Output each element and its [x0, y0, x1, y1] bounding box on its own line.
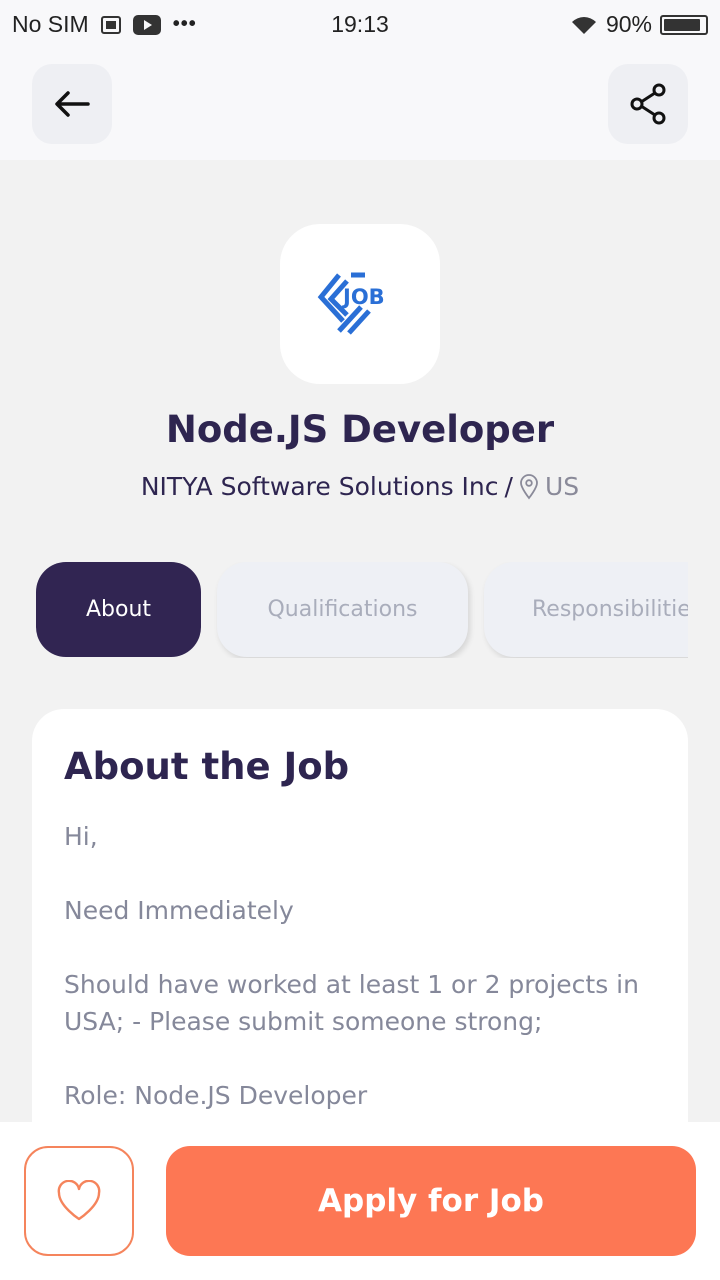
company-name: NITYA Software Solutions Inc	[140, 472, 499, 501]
location-label: US	[544, 472, 580, 501]
job-details-screen: No SIM ••• 19:13 90% JOB Node.JS Develop…	[0, 0, 720, 1280]
logo-text: JOB	[341, 285, 385, 309]
about-paragraph: Need Immediately	[64, 896, 294, 925]
location-pin-icon	[520, 473, 538, 499]
favorite-button[interactable]	[24, 1146, 134, 1256]
job-title: Node.JS Developer	[165, 408, 555, 451]
app-header	[0, 50, 720, 160]
about-body: Hi, Need Immediately Should have worked …	[64, 818, 656, 1114]
share-button[interactable]	[608, 64, 688, 144]
apply-button[interactable]: Apply for Job	[166, 1146, 696, 1256]
status-bar: No SIM ••• 19:13 90%	[0, 0, 720, 50]
wifi-icon	[571, 16, 596, 34]
about-title: About the Job	[64, 745, 350, 788]
tab-about[interactable]: About	[36, 562, 201, 657]
status-right: 90%	[570, 11, 708, 38]
back-button[interactable]	[32, 64, 112, 144]
job-logo-image: JOB	[317, 272, 385, 335]
tab-bar: About Qualifications Responsibilities	[36, 562, 688, 658]
battery-percent: 90%	[605, 11, 652, 37]
share-icon	[630, 83, 666, 125]
bottom-action-bar: Apply for Job	[0, 1122, 720, 1280]
subtitle-separator: /	[504, 472, 513, 501]
battery-icon	[660, 14, 708, 35]
about-paragraph: Should have worked at least 1 or 2 proje…	[64, 970, 639, 1036]
tab-qualifications[interactable]: Qualifications	[217, 562, 468, 657]
about-paragraph: Hi,	[64, 822, 98, 851]
heart-icon	[57, 1180, 101, 1221]
battery-level	[664, 18, 700, 31]
company-logo: JOB	[280, 224, 440, 384]
job-subtitle: NITYA Software Solutions Inc / US	[0, 472, 720, 501]
arrow-left-icon	[55, 91, 90, 117]
tab-responsibilities[interactable]: Responsibilities	[484, 562, 688, 657]
about-paragraph: Role: Node.JS Developer	[64, 1081, 368, 1110]
